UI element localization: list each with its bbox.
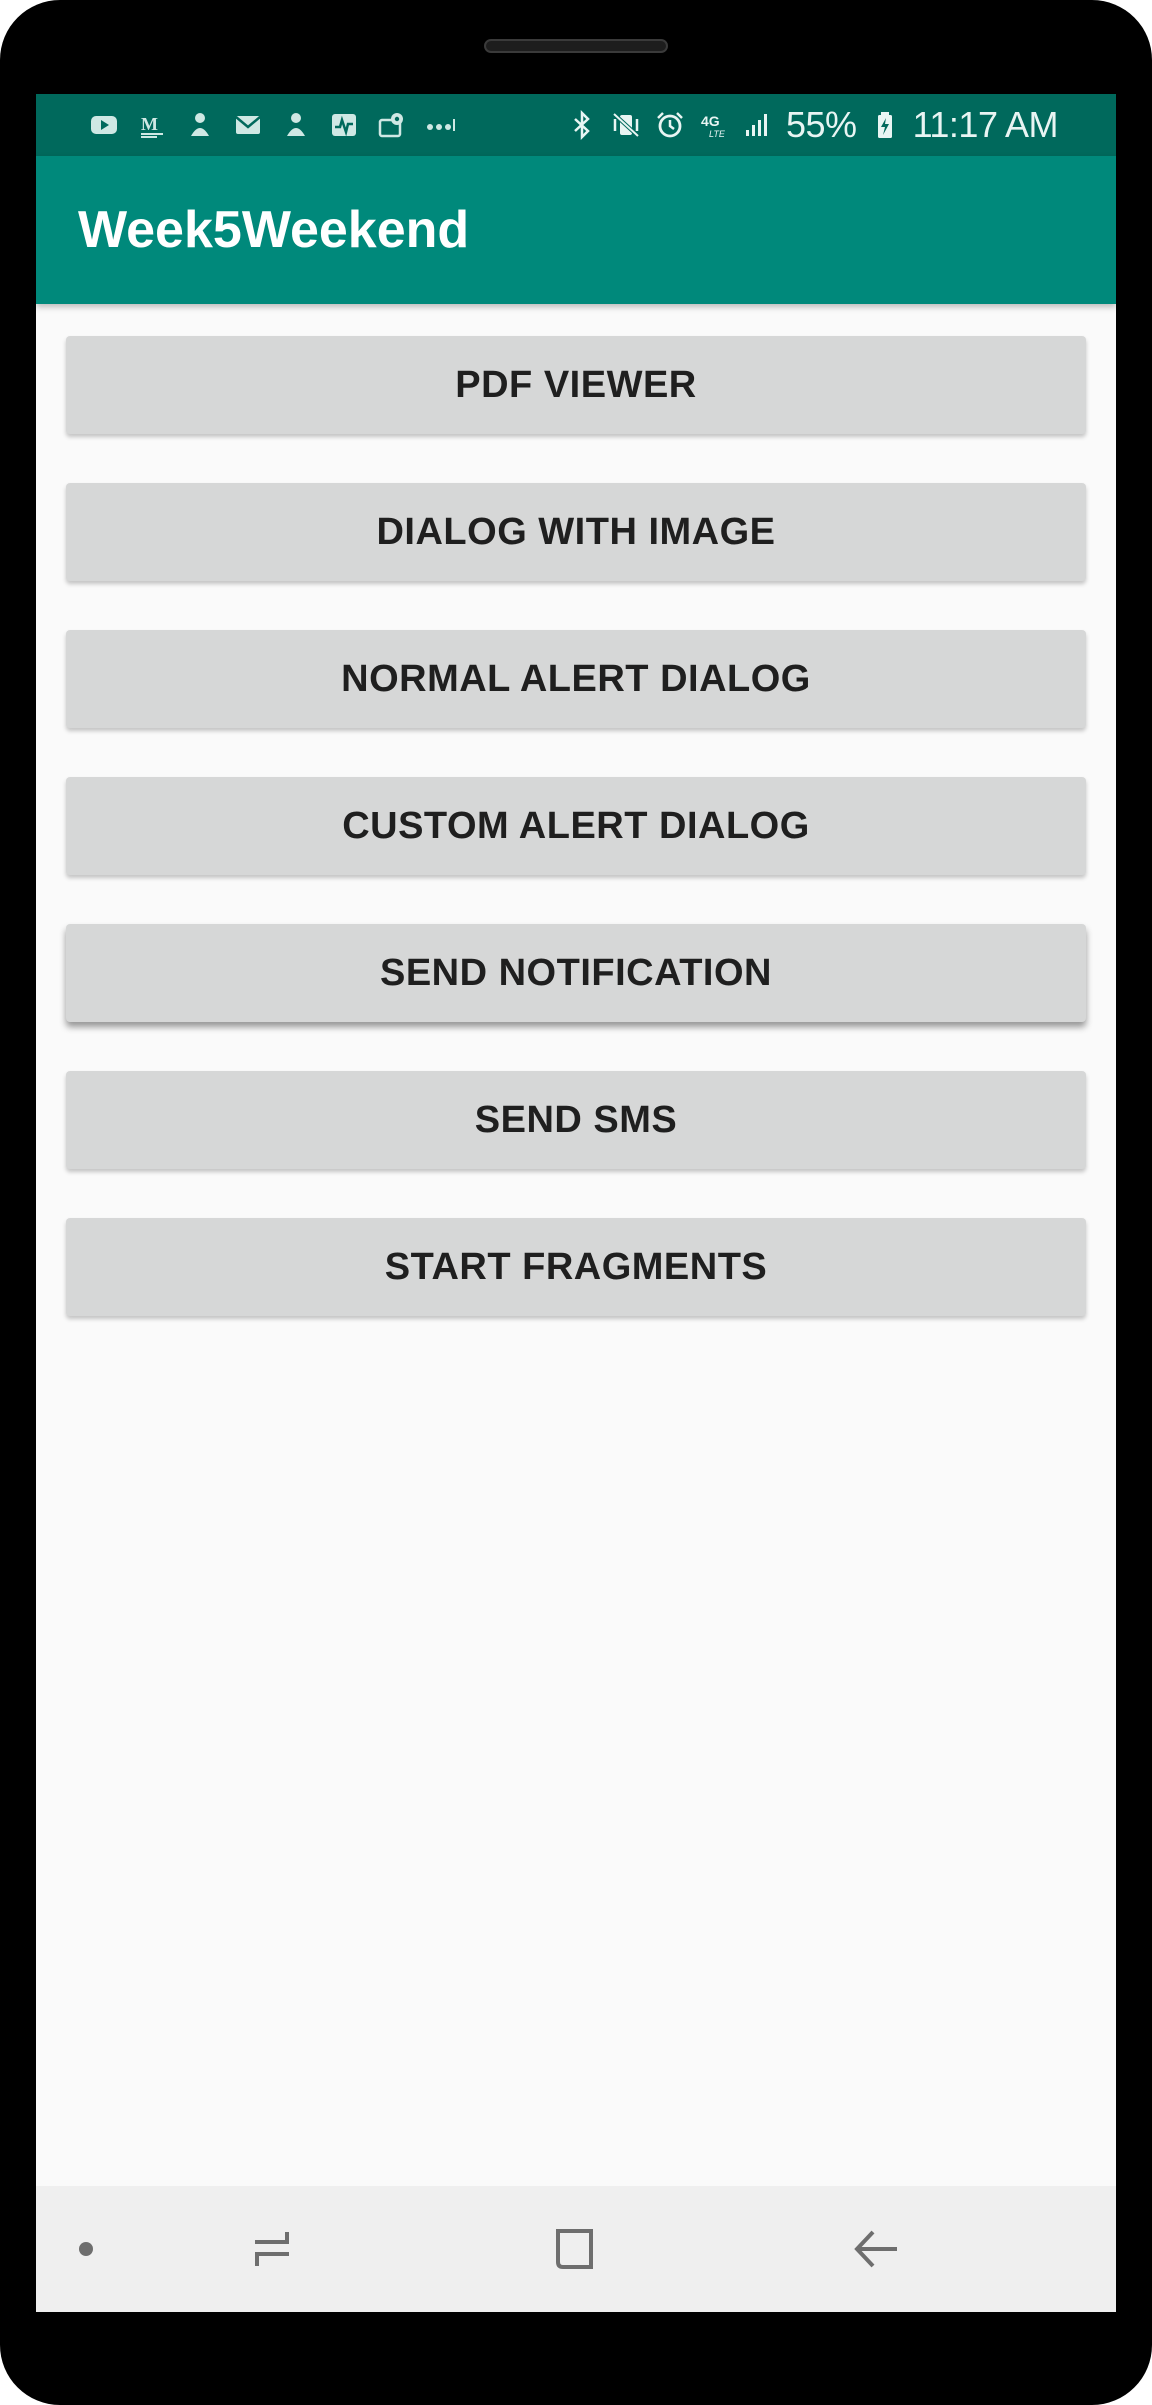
activity-icon	[328, 109, 360, 141]
screen: M 4G LTE 55% 11:17 AM Week5Weekend PDF V…	[36, 94, 1116, 2312]
dot-icon[interactable]	[66, 2186, 106, 2312]
button-list: PDF VIEWER DIALOG WITH IMAGE NORMAL ALER…	[66, 336, 1086, 1365]
cloud-person-icon	[184, 109, 216, 141]
pdf-viewer-button[interactable]: PDF VIEWER	[66, 336, 1086, 434]
navigation-bar	[36, 2186, 1116, 2312]
normal-alert-dialog-button[interactable]: NORMAL ALERT DIALOG	[66, 630, 1086, 728]
phone-frame: M 4G LTE 55% 11:17 AM Week5Weekend PDF V…	[0, 0, 1152, 2405]
alarm-icon	[654, 109, 686, 141]
clock-time: 11:17 AM	[912, 104, 1059, 145]
notification-icons: M	[88, 108, 456, 142]
svg-text:LTE: LTE	[709, 129, 726, 139]
home-icon[interactable]	[536, 2186, 616, 2312]
status-bar: M 4G LTE 55% 11:17 AM	[36, 94, 1116, 156]
gmail-m-icon: M	[136, 109, 168, 141]
start-fragments-button[interactable]: START FRAGMENTS	[66, 1218, 1086, 1316]
battery-percent: 55%	[786, 104, 857, 145]
system-status-icons: 4G LTE 55% 11:17 AM	[566, 104, 1059, 146]
mail-icon	[232, 109, 264, 141]
map-pin-icon	[376, 109, 408, 141]
battery-charging-icon	[869, 109, 901, 141]
cloud-person-icon	[280, 109, 312, 141]
send-sms-button[interactable]: SEND SMS	[66, 1071, 1086, 1169]
svg-text:M: M	[141, 114, 158, 134]
back-icon[interactable]	[836, 2186, 916, 2312]
custom-alert-dialog-button[interactable]: CUSTOM ALERT DIALOG	[66, 777, 1086, 875]
svg-text:4G: 4G	[701, 113, 720, 129]
recent-apps-icon[interactable]	[232, 2186, 312, 2312]
network-4g-lte-icon: 4G LTE	[698, 109, 730, 141]
more-dots-icon	[424, 109, 456, 141]
youtube-icon	[88, 109, 120, 141]
earpiece-speaker	[484, 39, 668, 53]
app-title: Week5Weekend	[78, 201, 470, 259]
send-notification-button[interactable]: SEND NOTIFICATION	[66, 924, 1086, 1022]
dialog-with-image-button[interactable]: DIALOG WITH IMAGE	[66, 483, 1086, 581]
vibrate-off-icon	[610, 109, 642, 141]
app-toolbar: Week5Weekend	[36, 156, 1116, 304]
signal-icon	[742, 109, 774, 141]
bluetooth-icon	[566, 109, 598, 141]
